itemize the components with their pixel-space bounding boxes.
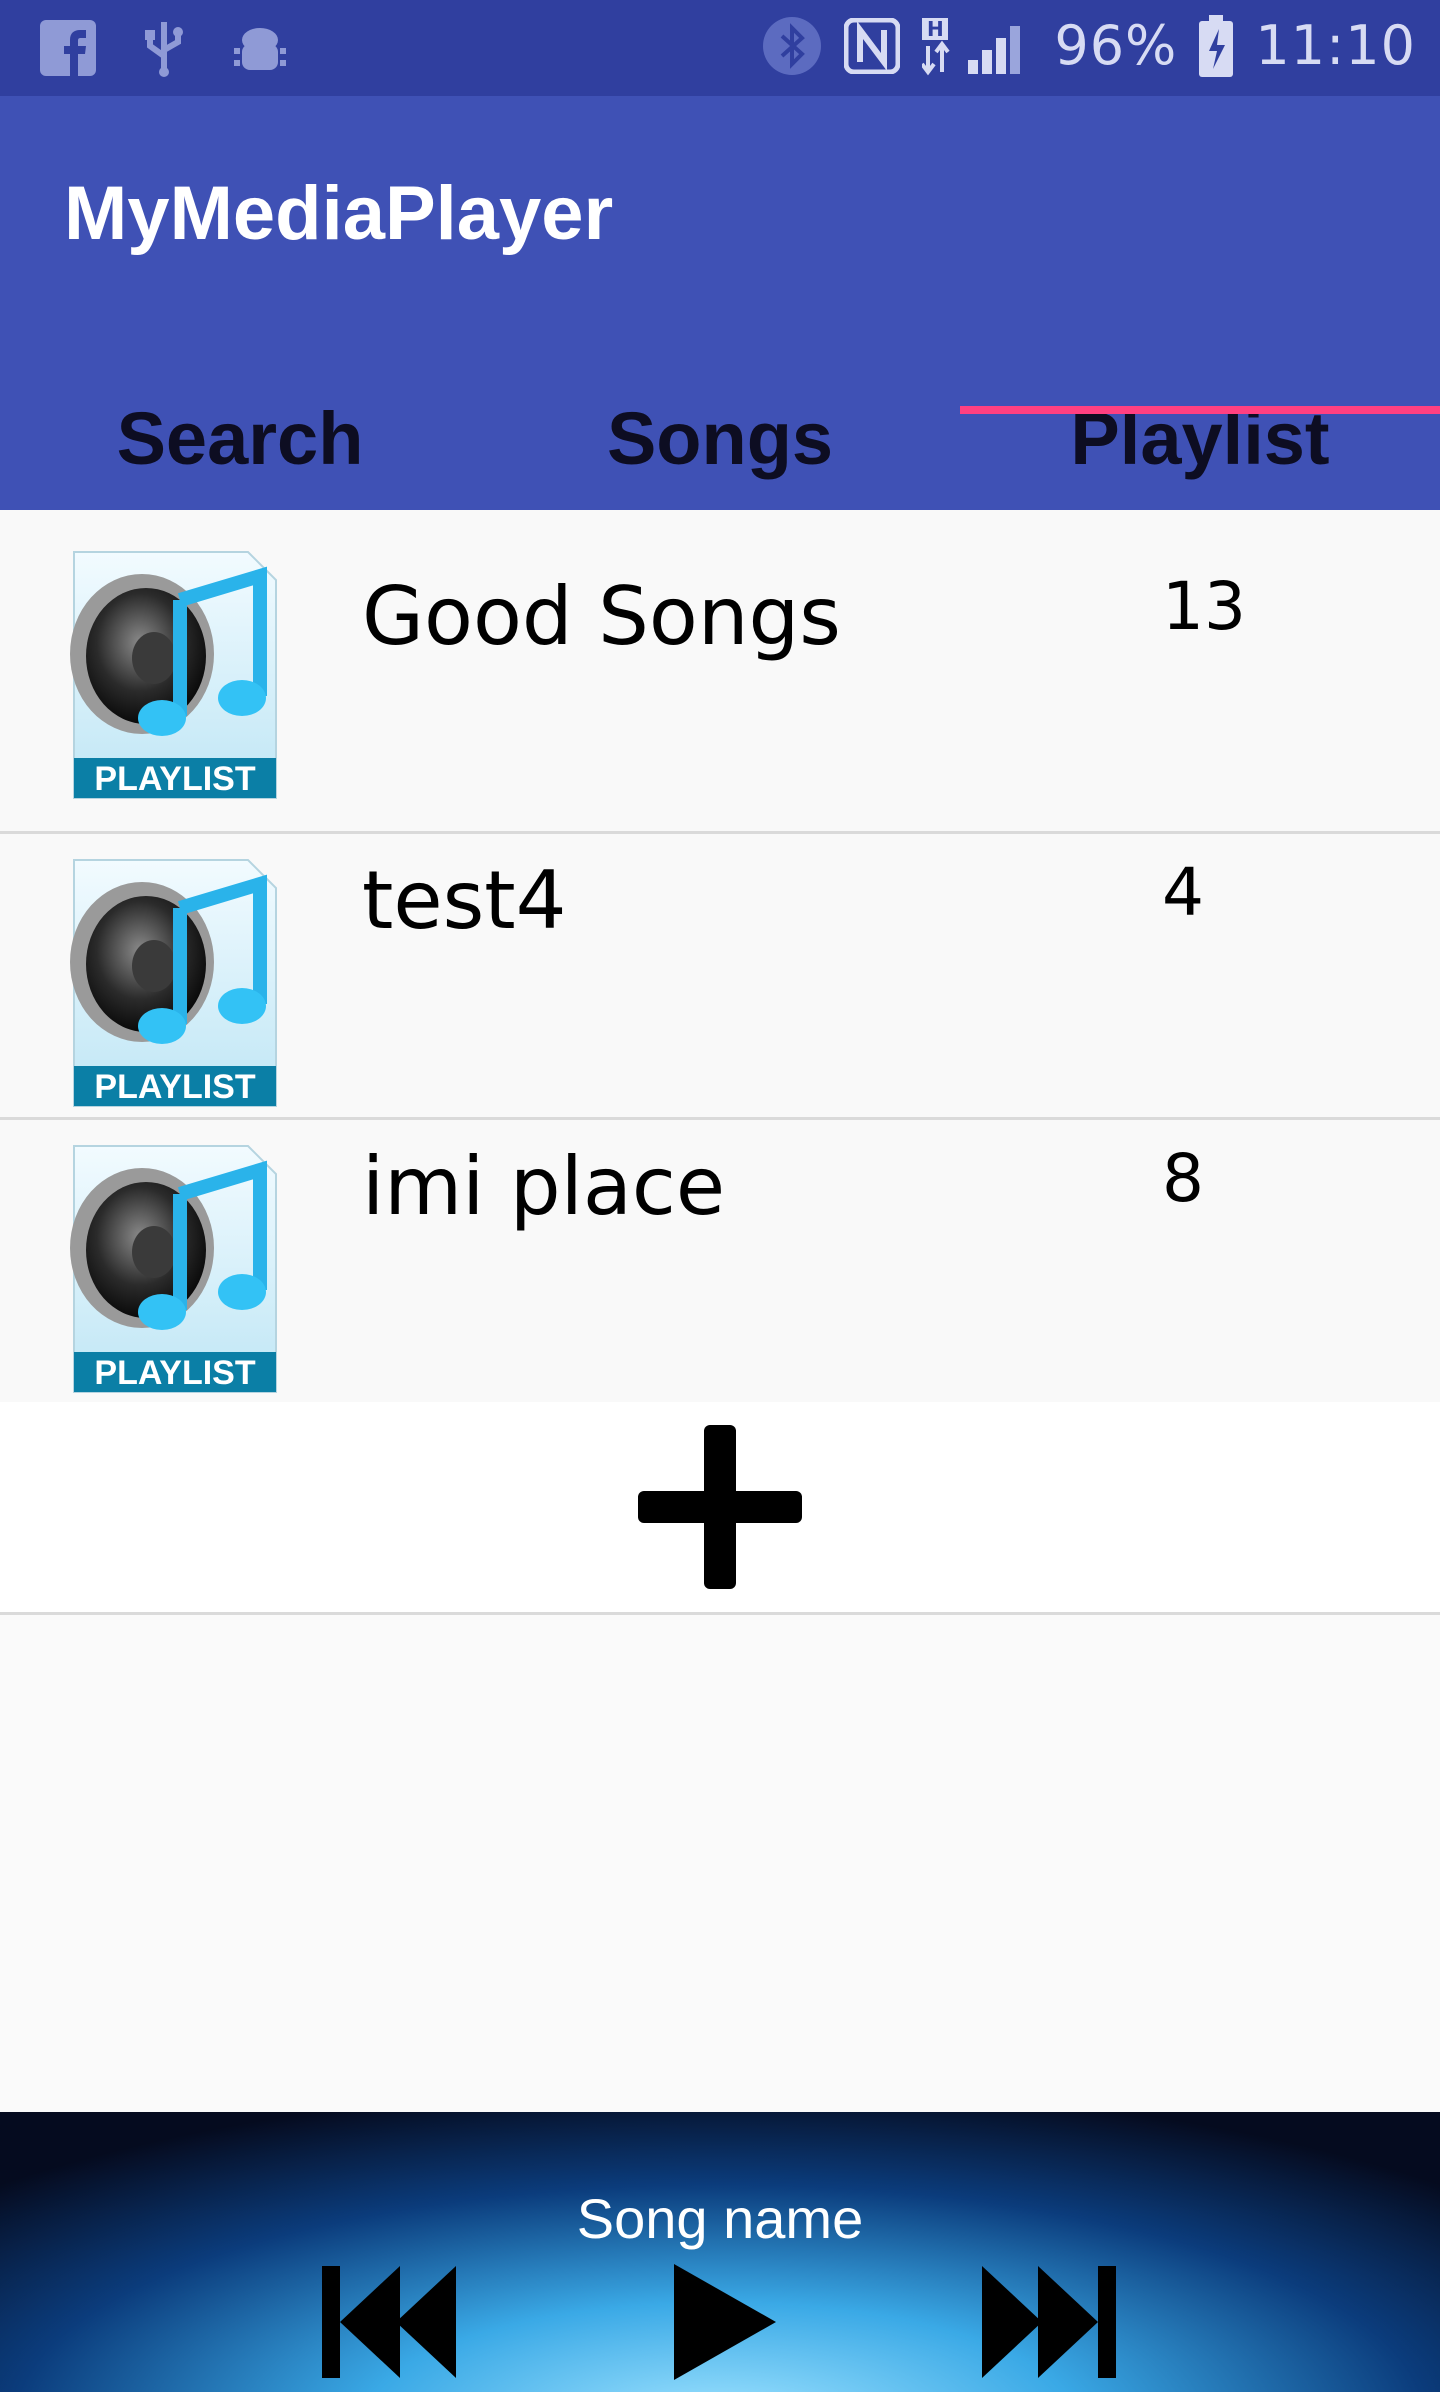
signal-icon: H [922, 17, 1021, 75]
status-bar: H 96% 11:10 [0, 0, 1440, 96]
playlist-thumbnail-icon: PLAYLIST [70, 551, 277, 799]
facebook-icon [40, 20, 96, 76]
battery-icon [1199, 14, 1234, 77]
playlist-thumbnail-icon: PLAYLIST [70, 859, 277, 1107]
tab-selected-indicator [960, 406, 1440, 414]
plus-icon [638, 1425, 802, 1589]
playlist-song-count: 13 [1162, 568, 1246, 645]
skip-previous-icon[interactable] [318, 2262, 462, 2382]
list-item[interactable]: PLAYLIST Good Songs 13 [0, 510, 1440, 834]
app-bar: MyMediaPlayer Search Songs Playlist [0, 96, 1440, 510]
app-title: MyMediaPlayer [64, 171, 614, 256]
battery-percent: 96% [1054, 14, 1178, 77]
tab-bar: Search Songs Playlist [0, 366, 1440, 510]
list-item[interactable]: PLAYLIST test4 4 [0, 834, 1440, 1120]
playlist-song-count: 4 [1162, 854, 1204, 931]
add-playlist-button[interactable] [0, 1402, 1440, 1615]
playlist-badge: PLAYLIST [94, 1068, 255, 1106]
playlist-badge: PLAYLIST [94, 760, 255, 798]
playlist-list: PLAYLIST Good Songs 13 PLAYLIST test4 4 [0, 510, 1440, 1406]
bluetooth-icon [763, 16, 822, 75]
tab-playlist[interactable]: Playlist [960, 366, 1440, 510]
mini-player: Song name [0, 2112, 1440, 2392]
nfc-icon [844, 17, 901, 74]
clock: 11:10 [1255, 14, 1416, 77]
current-song-name: Song name [576, 2187, 864, 2250]
list-item[interactable]: PLAYLIST imi place 8 [0, 1120, 1440, 1406]
playlist-badge: PLAYLIST [94, 1354, 255, 1392]
android-debug-icon [234, 28, 286, 70]
playlist-name: test4 [362, 854, 567, 947]
skip-next-icon[interactable] [976, 2262, 1120, 2382]
playlist-name: Good Songs [362, 570, 841, 663]
svg-text:H: H [927, 17, 944, 41]
playlist-song-count: 8 [1162, 1140, 1204, 1217]
usb-icon [145, 22, 183, 77]
playlist-name: imi place [362, 1140, 726, 1233]
play-icon[interactable] [670, 2262, 780, 2382]
playlist-thumbnail-icon: PLAYLIST [70, 1145, 277, 1393]
tab-songs[interactable]: Songs [480, 366, 960, 510]
tab-search[interactable]: Search [0, 366, 480, 510]
